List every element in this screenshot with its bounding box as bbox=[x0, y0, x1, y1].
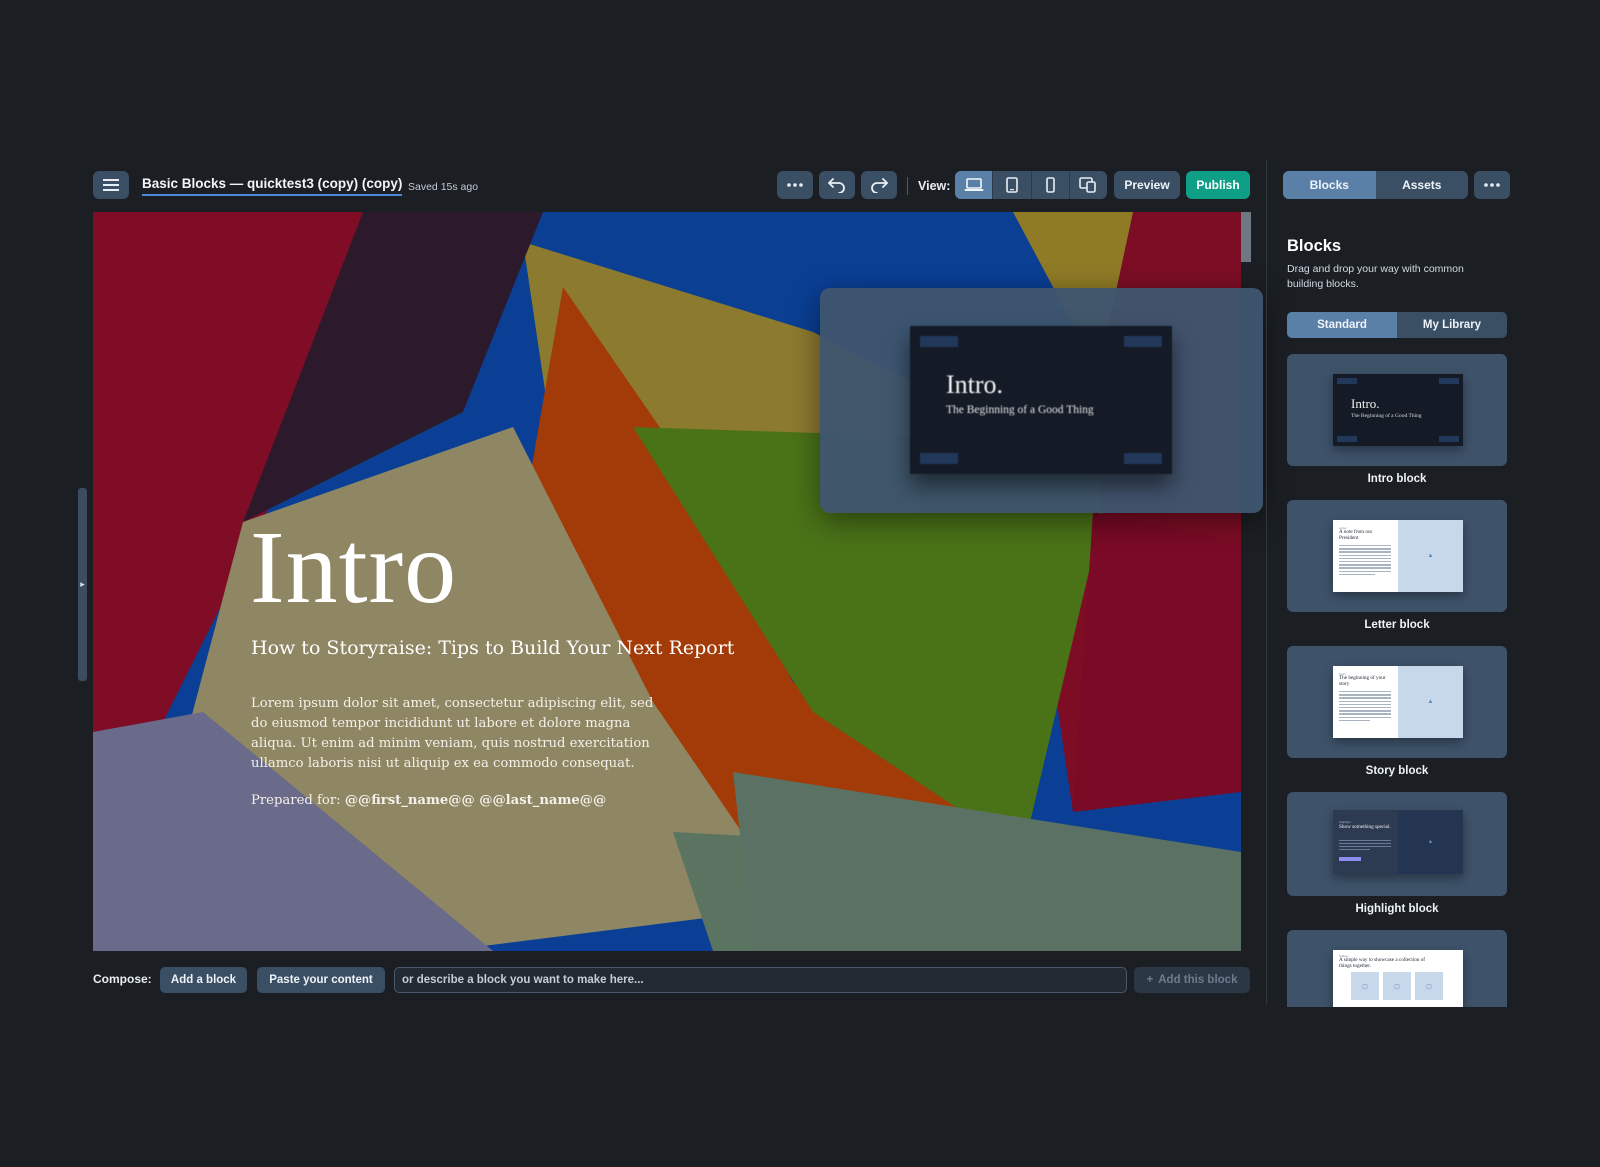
view-mode-switcher bbox=[955, 171, 1107, 199]
add-this-block-button[interactable]: + Add this block bbox=[1134, 967, 1250, 993]
image-placeholder-icon: ▢ bbox=[1415, 972, 1443, 1000]
dragged-intro-thumbnail: Intro. The Beginning of a Good Thing bbox=[910, 326, 1172, 474]
tab-blocks[interactable]: Blocks bbox=[1283, 171, 1376, 199]
library-tabs: Standard My Library bbox=[1287, 312, 1507, 338]
image-placeholder-icon: ▢ bbox=[1383, 972, 1411, 1000]
ellipsis-icon bbox=[787, 183, 803, 187]
letter-thumb-heading: A note from our President bbox=[1339, 529, 1373, 541]
panel-divider bbox=[1266, 160, 1267, 1005]
intro-thumb-subtitle: The Beginning of a Good Thing bbox=[1351, 413, 1422, 419]
hero-prepared-for[interactable]: Prepared for: @@first_name@@ @@last_name… bbox=[251, 793, 606, 808]
left-panel-expand-handle[interactable]: ▸ bbox=[78, 488, 87, 681]
hero-title[interactable]: Intro bbox=[250, 508, 457, 627]
editor-app: Basic Blocks — quicktest3 (copy) (copy) … bbox=[0, 0, 1600, 1167]
hero-subtitle[interactable]: How to Storyraise: Tips to Build Your Ne… bbox=[251, 637, 734, 659]
image-placeholder-icon: ▢ bbox=[1351, 972, 1379, 1000]
panel-title: Blocks bbox=[1287, 237, 1342, 255]
view-mobile-button[interactable] bbox=[1032, 171, 1070, 199]
more-options-button[interactable] bbox=[777, 171, 813, 199]
hamburger-menu-button[interactable] bbox=[93, 171, 129, 199]
block-label-story: Story block bbox=[1365, 765, 1429, 777]
undo-icon bbox=[828, 178, 845, 193]
tab-standard[interactable]: Standard bbox=[1287, 312, 1397, 338]
view-multi-device-button[interactable] bbox=[1070, 171, 1107, 199]
block-label-letter: Letter block bbox=[1364, 619, 1430, 631]
prepared-for-merge-tags: @@first_name@@ @@last_name@@ bbox=[344, 793, 607, 808]
ellipsis-icon bbox=[1484, 183, 1500, 187]
redo-icon bbox=[871, 178, 888, 193]
preview-button[interactable]: Preview bbox=[1114, 171, 1180, 199]
view-tablet-button[interactable] bbox=[993, 171, 1032, 199]
view-label: View: bbox=[918, 179, 951, 193]
describe-block-input[interactable] bbox=[394, 967, 1127, 993]
mobile-phone-icon bbox=[1045, 177, 1055, 193]
collection-block-thumbnail: Gallery A simple way to showcase a colle… bbox=[1333, 950, 1463, 1007]
canvas-scrollbar-thumb[interactable] bbox=[1241, 212, 1251, 262]
story-block-thumbnail: Story The beginning of your story ▲ bbox=[1333, 666, 1463, 738]
tablet-icon bbox=[1006, 177, 1018, 193]
highlight-thumb-heading: Show something special. bbox=[1339, 824, 1391, 830]
add-a-block-button[interactable]: Add a block bbox=[160, 967, 247, 993]
tab-assets[interactable]: Assets bbox=[1376, 171, 1469, 199]
block-card-collection[interactable]: Gallery A simple way to showcase a colle… bbox=[1287, 930, 1507, 1007]
hero-body-text[interactable]: Lorem ipsum dolor sit amet, consectetur … bbox=[251, 694, 663, 774]
chevron-right-icon: ▸ bbox=[80, 579, 85, 589]
paste-content-button[interactable]: Paste your content bbox=[257, 967, 385, 993]
plus-icon: + bbox=[1146, 974, 1154, 986]
panel-description: Drag and drop your way with common build… bbox=[1287, 263, 1464, 290]
image-placeholder-icon: ▲ bbox=[1427, 553, 1434, 559]
image-placeholder-icon: ▲ bbox=[1427, 699, 1434, 705]
laptop-icon bbox=[964, 178, 984, 191]
intro-thumb-title: Intro. bbox=[1351, 396, 1380, 411]
compose-label: Compose: bbox=[93, 972, 152, 986]
block-label-intro: Intro block bbox=[1367, 473, 1427, 485]
panel-more-button[interactable] bbox=[1474, 171, 1510, 199]
intro-block-thumbnail: Intro. The Beginning of a Good Thing bbox=[1333, 374, 1463, 446]
dragged-intro-subtitle: The Beginning of a Good Thing bbox=[946, 404, 1094, 416]
toolbar-divider bbox=[907, 177, 908, 195]
letter-block-thumbnail: Letter A note from our President ▲ bbox=[1333, 520, 1463, 592]
block-card-letter[interactable]: Letter A note from our President ▲ bbox=[1287, 500, 1507, 612]
dragged-intro-title: Intro. bbox=[946, 370, 1004, 399]
collection-thumb-heading: A simple way to showcase a collection of… bbox=[1339, 957, 1426, 969]
undo-button[interactable] bbox=[819, 171, 855, 199]
hamburger-menu-icon bbox=[103, 179, 119, 191]
highlight-block-thumbnail: Highlight Show something special. ▲ bbox=[1333, 810, 1463, 874]
tab-my-library[interactable]: My Library bbox=[1397, 312, 1507, 338]
saved-status: Saved 15s ago bbox=[408, 181, 479, 193]
add-this-block-label: Add this block bbox=[1158, 974, 1238, 986]
publish-button[interactable]: Publish bbox=[1186, 171, 1250, 199]
panel-tabs: Blocks Assets bbox=[1283, 171, 1468, 199]
dragged-block-preview[interactable]: Intro. The Beginning of a Good Thing bbox=[820, 288, 1263, 513]
block-list: Intro. The Beginning of a Good Thing Int… bbox=[1287, 354, 1507, 1007]
block-label-highlight: Highlight block bbox=[1355, 903, 1439, 915]
document-title[interactable]: Basic Blocks — quicktest3 (copy) (copy) bbox=[142, 176, 403, 196]
block-card-story[interactable]: Story The beginning of your story ▲ bbox=[1287, 646, 1507, 758]
image-placeholder-icon: ▲ bbox=[1427, 839, 1434, 845]
view-desktop-button[interactable] bbox=[955, 171, 994, 199]
prepared-for-label: Prepared for: bbox=[251, 793, 341, 808]
block-card-highlight[interactable]: Highlight Show something special. ▲ bbox=[1287, 792, 1507, 896]
redo-button[interactable] bbox=[861, 171, 897, 199]
block-card-intro[interactable]: Intro. The Beginning of a Good Thing bbox=[1287, 354, 1507, 466]
story-thumb-heading: The beginning of your story bbox=[1339, 675, 1386, 687]
multi-device-icon bbox=[1079, 177, 1097, 193]
